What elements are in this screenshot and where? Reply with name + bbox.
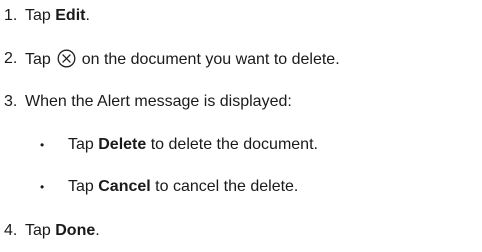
step-text-post: on the document you want to delete. [77,51,340,68]
bullet-icon: • [40,180,45,194]
cancel-label: Cancel [98,178,151,195]
step-text-post: . [95,222,100,239]
step-number: 4. [4,222,18,239]
substep-text-post: to cancel the delete. [150,178,299,195]
step-text-post: . [85,7,90,24]
step-number: 3. [4,93,18,110]
step-number: 2. [4,50,18,67]
delete-label: Delete [98,136,147,153]
substep-text-pre: Tap [68,178,99,195]
step-text-pre: Tap [25,222,56,239]
bullet-icon: • [40,138,45,152]
step-number: 1. [4,7,18,24]
circled-x-icon [57,49,76,74]
done-label: Done [55,222,96,239]
instruction-list: 1. Tap Edit. 2. Tap on the document you … [0,0,482,252]
step-text: When the Alert message is displayed: [25,93,292,110]
substep-text-pre: Tap [68,136,99,153]
substep-text-post: to delete the document. [146,136,318,153]
edit-label: Edit [55,7,86,24]
step-text-pre: Tap [25,51,56,68]
step-text-pre: Tap [25,7,56,24]
